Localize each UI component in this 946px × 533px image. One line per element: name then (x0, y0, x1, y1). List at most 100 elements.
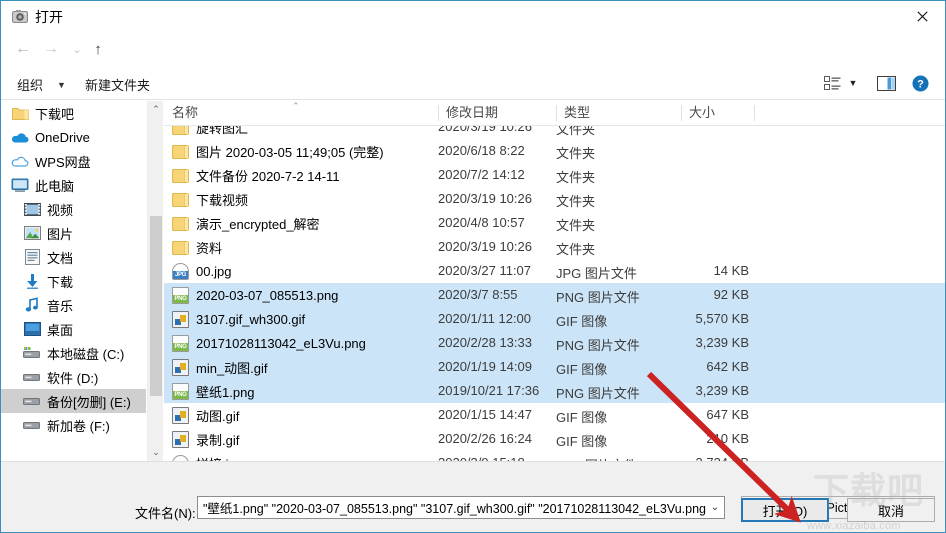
file-name-cell: 图片 2020-03-05 11;49;05 (完整) (172, 139, 384, 163)
column-header-name[interactable]: 名称 (164, 104, 438, 124)
folder-icon (11, 104, 29, 122)
cancel-button[interactable]: 取消 (847, 498, 935, 522)
back-arrow-icon[interactable]: ← (11, 37, 35, 61)
file-name-label: 20171028113042_eL3Vu.png (196, 335, 366, 351)
organize-button[interactable]: 组织 (13, 73, 47, 96)
table-row[interactable]: JPG拼接.jpg2020/3/9 15:18JPG 图片文件3,734 KB (164, 451, 945, 461)
table-row[interactable]: 图片 2020-03-05 11;49;05 (完整) 2020/6/18 8:2… (164, 139, 945, 163)
file-name-cell: 旋转图汇 (172, 126, 248, 139)
open-button[interactable]: 打开(O) (741, 498, 829, 522)
forward-arrow-icon[interactable]: → (39, 37, 63, 61)
table-row[interactable]: JPG 00.jpg 2020/3/27 11:07 JPG 图片文件 14 KB (164, 259, 945, 283)
file-rows-container: 旋转图汇 2020/3/19 10:26 文件夹 图片 2020-03-05 11;4… (164, 126, 945, 461)
gif-file-icon (172, 310, 189, 328)
file-name-cell: 动图.gif (172, 403, 239, 427)
photo-viewer-icon (12, 9, 28, 25)
sidebar-item-label: 下载 (47, 274, 74, 290)
up-arrow-icon[interactable]: ↑ (86, 37, 110, 61)
drive-icon (23, 392, 41, 410)
sidebar-item-label: 软件 (D:) (47, 370, 99, 386)
new-folder-button[interactable]: 新建文件夹 (81, 73, 154, 96)
table-row[interactable]: 录制.gif 2020/2/26 16:24 GIF 图像 210 KB (164, 427, 945, 451)
file-name-cell: 文件备份 2020-7-2 14-11 (172, 163, 340, 187)
file-date-cell: 2020/3/27 11:07 (438, 263, 532, 278)
view-mode-chevron-down-icon[interactable]: ▼ (846, 72, 860, 94)
png-file-icon: PNG (172, 382, 189, 400)
sidebar-item-12[interactable]: 备份[勿删] (E:) (1, 389, 146, 413)
desktop-icon (23, 320, 41, 338)
file-name-cell: PNG 壁纸1.png (172, 379, 255, 403)
preview-pane-icon[interactable] (875, 72, 897, 94)
file-date-cell: 2020/1/19 14:09 (438, 359, 532, 374)
filename-input[interactable]: "壁纸1.png" "2020-03-07_085513.png" "3107.… (197, 496, 725, 519)
table-row[interactable]: 下载视频 2020/3/19 10:26 文件夹 (164, 187, 945, 211)
file-type-cell: 文件夹 (556, 218, 596, 233)
table-row[interactable]: 演示_encrypted_解密 2020/4/8 10:57 文件夹 (164, 211, 945, 235)
sidebar-item-1[interactable]: OneDrive (1, 125, 146, 149)
sidebar-item-6[interactable]: 文档 (1, 245, 146, 269)
filename-value[interactable]: "壁纸1.png" "2020-03-07_085513.png" "3107.… (203, 498, 706, 517)
file-date-cell: 2020/3/19 10:26 (438, 126, 532, 134)
table-row[interactable]: 旋转图汇 2020/3/19 10:26 文件夹 (164, 126, 945, 139)
file-name-label: 资料 (196, 240, 223, 256)
table-row[interactable]: 资料 2020/3/19 10:26 文件夹 (164, 235, 945, 259)
column-header-spacer (754, 104, 764, 124)
scroll-up-icon[interactable]: ⌃ (148, 101, 164, 118)
sidebar-item-7[interactable]: 下载 (1, 269, 146, 293)
file-name-label: 演示_encrypted_解密 (196, 216, 320, 232)
navigation-bar: ← → ⌄ ↑ › 此电脑 › 备份[勿删] (E:) › ⌄ 搜 (1, 33, 945, 93)
sidebar-item-13[interactable]: 新加卷 (F:) (1, 413, 146, 437)
file-name-label: 00.jpg (196, 263, 232, 279)
column-header-type[interactable]: 类型 (556, 104, 681, 124)
music-icon (23, 296, 41, 314)
sidebar-item-3[interactable]: 此电脑 (1, 173, 146, 197)
sidebar-item-label: WPS网盘 (35, 154, 91, 170)
help-icon[interactable]: ? (909, 72, 931, 94)
scroll-down-icon[interactable]: ⌄ (148, 444, 164, 461)
table-row[interactable]: min_动图.gif 2020/1/19 14:09 GIF 图像 642 KB (164, 355, 945, 379)
sidebar-item-8[interactable]: 音乐 (1, 293, 146, 317)
table-row[interactable]: PNG 2020-03-07_085513.png 2020/3/7 8:55 PNG… (164, 283, 945, 307)
sidebar-scrollbar[interactable]: ⌃ ⌄ (147, 101, 163, 461)
pictures-icon (23, 224, 41, 242)
column-header-size[interactable]: 大小 (681, 104, 754, 124)
folder-icon (172, 239, 189, 256)
sort-ascending-icon: ⌃ (292, 101, 300, 111)
column-header-date-modified[interactable]: 修改日期 (438, 104, 556, 124)
folder-icon (172, 215, 189, 232)
file-date-cell: 2020/6/18 8:22 (438, 143, 525, 158)
sidebar-item-0[interactable]: 下载吧 (1, 101, 146, 125)
file-size-cell: 92 KB (713, 287, 749, 302)
sidebar-item-9[interactable]: 桌面 (1, 317, 146, 341)
folder-icon (172, 167, 189, 184)
command-bar: 组织 ▼ 新建文件夹 ▼ ? (1, 67, 945, 100)
sidebar-item-11[interactable]: 软件 (D:) (1, 365, 146, 389)
file-name-cell: 录制.gif (172, 427, 239, 451)
videos-icon (23, 200, 41, 218)
sidebar-item-2[interactable]: WPS网盘 (1, 149, 146, 173)
table-row[interactable]: 文件备份 2020-7-2 14-11 2020/7/2 14:12 文件夹 (164, 163, 945, 187)
close-button[interactable] (899, 1, 945, 32)
sidebar-item-label: 备份[勿删] (E:) (47, 394, 131, 410)
gif-file-icon (172, 430, 189, 448)
onedrive-cloud-icon (11, 128, 29, 146)
view-mode-icon[interactable] (821, 72, 843, 94)
file-type-cell: 文件夹 (556, 194, 596, 209)
file-date-cell: 2020/3/19 10:26 (438, 239, 532, 254)
drive-icon (23, 368, 41, 386)
documents-icon (23, 248, 41, 266)
file-type-cell: GIF 图像 (556, 410, 608, 425)
table-row[interactable]: 动图.gif 2020/1/15 14:47 GIF 图像 647 KB (164, 403, 945, 427)
file-name-label: 3107.gif_wh300.gif (196, 311, 306, 327)
sidebar-item-4[interactable]: 视频 (1, 197, 146, 221)
sidebar-item-label: 桌面 (47, 322, 74, 338)
organize-chevron-down-icon[interactable]: ▼ (57, 80, 66, 90)
filename-chevron-down-icon[interactable]: ⌄ (706, 502, 724, 513)
file-type-cell: 文件夹 (556, 170, 596, 185)
table-row[interactable]: PNG 20171028113042_eL3Vu.png 2020/2/28 13:… (164, 331, 945, 355)
sidebar-item-10[interactable]: 本地磁盘 (C:) (1, 341, 146, 365)
sidebar-item-5[interactable]: 图片 (1, 221, 146, 245)
table-row[interactable]: 3107.gif_wh300.gif 2020/1/11 12:00 GIF 图像 5… (164, 307, 945, 331)
table-row[interactable]: PNG 壁纸1.png 2019/10/21 17:36 PNG 图片文件 3,239 … (164, 379, 945, 403)
scrollbar-thumb[interactable] (150, 216, 162, 396)
